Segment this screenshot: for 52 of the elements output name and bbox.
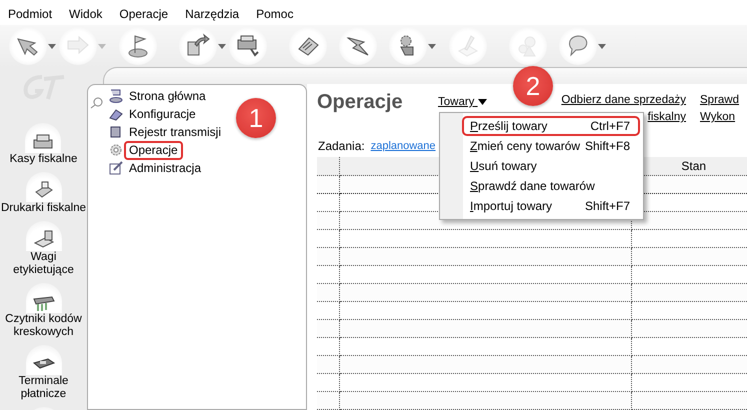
caret-icon[interactable] <box>598 44 606 48</box>
page-title: Operacje <box>317 90 404 114</box>
table-row[interactable] <box>317 284 747 302</box>
menu-item[interactable]: Importuj towary Shift+F7 <box>462 196 640 216</box>
device-icon[interactable] <box>32 229 56 250</box>
tree-item[interactable]: Konfiguracje <box>124 104 201 124</box>
toolbar-button[interactable] <box>559 27 597 65</box>
filter-dropdown[interactable]: zaplanowane <box>370 138 436 154</box>
menu-item[interactable]: Usuń towary <box>462 156 640 176</box>
table-row[interactable] <box>317 320 747 338</box>
tasks-label: Zadania: <box>318 138 365 155</box>
caret-icon[interactable] <box>428 44 436 48</box>
caret-icon[interactable] <box>218 44 226 48</box>
menu-item[interactable]: Operacje <box>119 0 176 25</box>
device-label[interactable]: Kasy fiskalne <box>10 153 78 166</box>
pin-icon[interactable] <box>90 96 104 109</box>
menu-item[interactable]: Zmień ceny towarów Shift+F8 <box>462 136 640 156</box>
device-label[interactable]: Terminale płatnicze <box>0 375 87 401</box>
action-link[interactable]: Wykon <box>700 109 736 126</box>
dropdown-link[interactable]: Towary <box>438 94 487 111</box>
cash-register-icon <box>235 33 261 59</box>
toolbar-button[interactable] <box>179 27 217 65</box>
action-link[interactable]: Odbierz dane sprzedaży <box>561 92 686 109</box>
toolbar-button[interactable] <box>119 27 157 65</box>
tree-icon <box>108 142 124 158</box>
tree-item[interactable]: Rejestr transmisji <box>124 122 226 142</box>
action-link[interactable]: fiskalny <box>648 109 686 126</box>
tree-icon <box>108 160 124 176</box>
device-label[interactable]: Wagi etykietujące <box>0 251 87 277</box>
table-row[interactable] <box>317 392 747 410</box>
device-label[interactable]: Czytniki kodów kreskowych <box>0 313 87 339</box>
device-label[interactable]: Drukarki fiskalne <box>1 202 86 215</box>
toolbar-button[interactable] <box>389 27 427 65</box>
menu-item[interactable]: Prześlij towary Ctrl+F7 <box>462 116 640 136</box>
toolbar-button[interactable] <box>289 27 327 65</box>
caret-icon <box>478 98 487 105</box>
tree-item[interactable]: Strona główna <box>124 86 211 106</box>
toolbar-button[interactable] <box>9 27 47 65</box>
table-row[interactable] <box>317 248 747 266</box>
menu-item[interactable]: Widok <box>69 0 110 25</box>
menu-item[interactable]: Narzędzia <box>185 0 246 25</box>
table-row[interactable] <box>317 356 747 374</box>
tree-icon <box>108 88 124 104</box>
menu-item[interactable]: Podmiot <box>8 0 60 25</box>
tree-item[interactable]: Operacje <box>124 140 183 160</box>
menu-item[interactable]: Pomoc <box>256 0 300 25</box>
menu-item[interactable]: Sprawdź dane towarów <box>462 176 640 196</box>
caret-icon[interactable] <box>48 44 56 48</box>
toolbar-button[interactable] <box>229 27 267 65</box>
tree-item[interactable]: Administracja <box>124 158 206 178</box>
toolbar-button[interactable] <box>339 27 377 65</box>
action-link[interactable]: Sprawd <box>700 92 739 109</box>
